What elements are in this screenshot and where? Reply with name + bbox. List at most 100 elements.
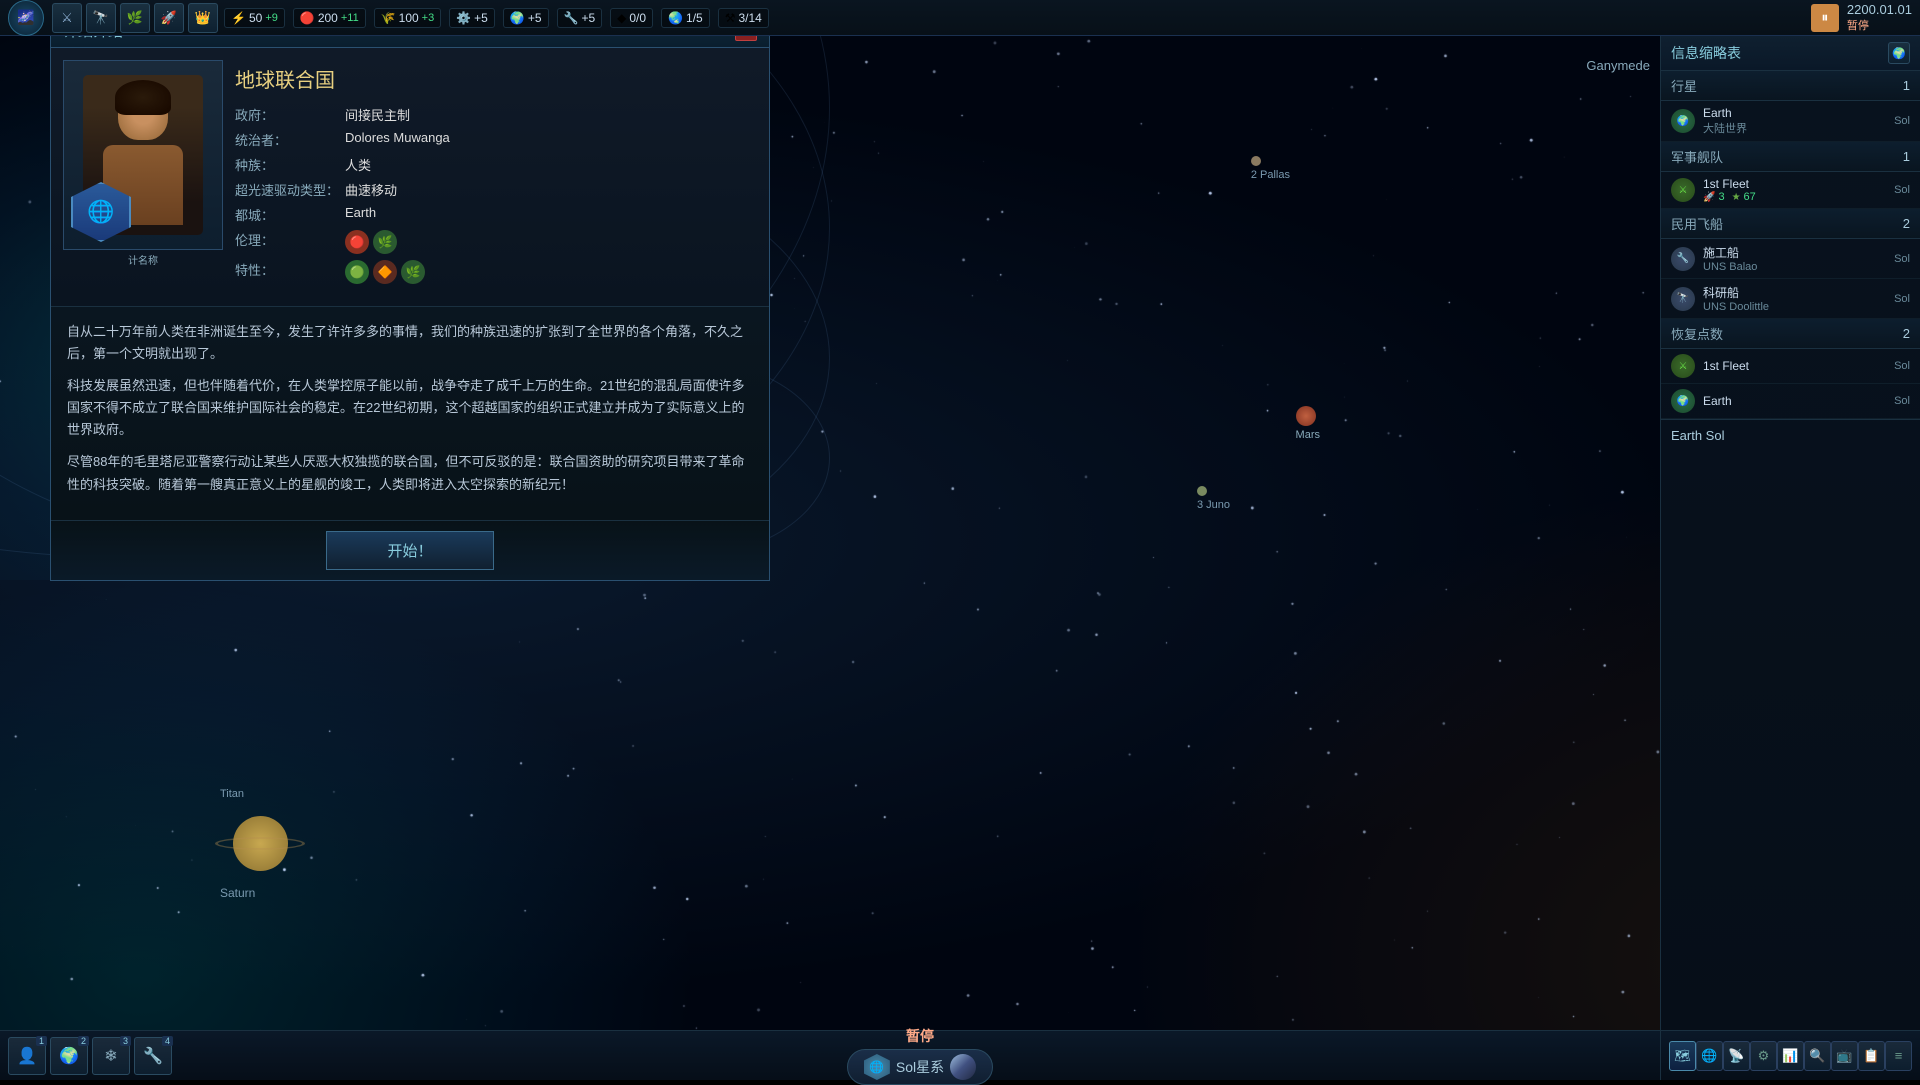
ethics-row: 伦理： 🔴 🌿 — [235, 230, 757, 254]
civ-portrait: 🌐 计名称 — [63, 60, 223, 250]
fleet-star-icon: ★ — [1732, 192, 1741, 203]
sb-btn-menu[interactable]: ≡ — [1885, 1041, 1912, 1071]
right-sidebar: 信息缩略表 🌍 行星 1 🌍 Earth 大陆世界 Sol 军事舰队 1 ⚔ 1… — [1660, 36, 1920, 1080]
rally-earth-name: Earth — [1703, 394, 1886, 408]
fleet-1st-info: 1st Fleet 🚀 3 ★ 67 — [1703, 177, 1886, 203]
planets-section-header[interactable]: 行星 1 — [1661, 71, 1920, 101]
fleet-1st-location: Sol — [1894, 184, 1910, 196]
trait-icon-3: 🌿 — [401, 260, 425, 284]
juno-body — [1197, 486, 1207, 496]
food-value: 100 — [399, 11, 419, 25]
tab-4-btn[interactable]: 🔧 4 — [134, 1037, 172, 1075]
start-button[interactable]: 开始！ — [326, 531, 493, 570]
civ-details: 地球联合国 政府： 间接民主制 统治者： Dolores Muwanga 种族：… — [235, 60, 757, 294]
tab-3-icon: ❄ — [104, 1046, 117, 1066]
govt-label: 政府： — [235, 105, 345, 124]
earth-planet-icon: 🌍 — [1671, 109, 1695, 133]
ethics-icons: 🔴 🌿 — [345, 230, 397, 254]
traits-row: 特性： 🟢 🔶 🌿 — [235, 260, 757, 284]
energy-plus: +9 — [265, 12, 278, 24]
fleet-rating: 67 — [1744, 191, 1756, 203]
sb-btn-comms[interactable]: 📡 — [1723, 1041, 1750, 1071]
sb-btn-screen[interactable]: 📺 — [1831, 1041, 1858, 1071]
ethics-icon-2: 🌿 — [373, 230, 397, 254]
minerals-icon: 🔴 — [300, 11, 315, 25]
govt-value: 间接民主制 — [345, 105, 410, 124]
detail-window: 详细介绍 × 🌐 计名称 地球联合国 政府： 间接民主 — [50, 12, 770, 581]
military-section-header[interactable]: 军事舰队 1 — [1661, 142, 1920, 172]
minerals-value: 200 — [318, 11, 338, 25]
pause-button[interactable]: ⏸ — [1811, 4, 1839, 32]
unity-value: 1/5 — [686, 11, 703, 25]
sidebar-globe-btn[interactable]: 🌍 — [1888, 42, 1910, 64]
military-label: 军事舰队 — [1671, 147, 1723, 166]
construction-ship-type: 施工船 — [1703, 244, 1886, 261]
rally-label: 恢复点数 — [1671, 324, 1723, 343]
fleet-1st-item[interactable]: ⚔ 1st Fleet 🚀 3 ★ 67 Sol — [1661, 172, 1920, 209]
desc-para-1: 自从二十万年前人类在非洲诞生至今，发生了许许多多的事情，我们的种族迅速的扩张到了… — [67, 321, 753, 365]
capital-label: 都城： — [235, 205, 345, 224]
earth-location: Sol — [1894, 115, 1910, 127]
system-thumbnail — [950, 1054, 976, 1080]
sb-btn-settings[interactable]: ⚙ — [1750, 1041, 1777, 1071]
saturn-ring — [215, 837, 305, 850]
sb-btn-list[interactable]: 📋 — [1858, 1041, 1885, 1071]
trait-icons: 🟢 🔶 🌿 — [345, 260, 425, 284]
tab-2-btn[interactable]: 🌍 2 — [50, 1037, 88, 1075]
ethics-label: 伦理： — [235, 230, 345, 254]
rally-fleet-item[interactable]: ⚔ 1st Fleet Sol — [1661, 349, 1920, 384]
rally-earth-item[interactable]: 🌍 Earth Sol — [1661, 384, 1920, 419]
planet-earth-item[interactable]: 🌍 Earth 大陆世界 Sol — [1661, 101, 1920, 142]
civilian-section-header[interactable]: 民用飞船 2 — [1661, 209, 1920, 239]
tab-2-badge: 2 — [78, 1036, 89, 1046]
rally-fleet-icon: ⚔ — [1671, 354, 1695, 378]
top-right: ⏸ 2200.01.01 暂停 — [1811, 2, 1912, 33]
tab-3-btn[interactable]: ❄ 3 — [92, 1037, 130, 1075]
engineering-value: +5 — [581, 11, 595, 25]
tech-icon-btn[interactable]: 🔭 — [86, 3, 116, 33]
species-value: 人类 — [345, 155, 371, 174]
pop-resource: ⚒ 3/14 — [718, 8, 769, 28]
system-hex-icon: 🌐 — [864, 1054, 890, 1080]
juno-area[interactable]: 3 Juno — [1197, 486, 1230, 511]
sidebar-header: 信息缩略表 🌍 — [1661, 36, 1920, 71]
tab-2-icon: 🌍 — [59, 1046, 79, 1066]
unity-resource: 🌏 1/5 — [661, 8, 710, 28]
science-ship-item[interactable]: 🔭 科研船 UNS Doolittle Sol — [1661, 279, 1920, 319]
food-plus: +3 — [422, 12, 435, 24]
trait-icon-2: 🔶 — [373, 260, 397, 284]
sb-btn-zoom[interactable]: 🔍 — [1804, 1041, 1831, 1071]
engineering-icon: 🔧 — [564, 11, 579, 25]
influence-value: 0/0 — [629, 11, 646, 25]
construction-ship-info: 施工船 UNS Balao — [1703, 244, 1886, 273]
fleet-1st-icon: ⚔ — [1671, 178, 1695, 202]
sidebar-title: 信息缩略表 — [1671, 43, 1741, 63]
empire-icon-btn[interactable]: 👑 — [188, 3, 218, 33]
diplomacy-icon-btn[interactable]: 🌿 — [120, 3, 150, 33]
construction-ship-location: Sol — [1894, 253, 1910, 265]
physics-value: +5 — [474, 11, 488, 25]
mars-body — [1296, 406, 1316, 426]
society-resource: 🌍 +5 — [503, 8, 549, 28]
engineering-resource: 🔧 +5 — [557, 8, 603, 28]
pop-value: 3/14 — [738, 11, 761, 25]
minerals-plus: +11 — [341, 12, 359, 24]
tab-1-btn[interactable]: 👤 1 — [8, 1037, 46, 1075]
menu-icon-btn[interactable]: ⚔ — [52, 3, 82, 33]
energy-icon: ⚡ — [231, 11, 246, 25]
ship-icon-btn[interactable]: 🚀 — [154, 3, 184, 33]
science-ship-info: 科研船 UNS Doolittle — [1703, 284, 1886, 313]
emblem-label: 计名称 — [63, 252, 223, 267]
physics-icon: ⚙️ — [456, 11, 471, 25]
game-logo[interactable]: 🌌 — [8, 0, 44, 36]
sb-btn-galaxy[interactable]: 🌐 — [1696, 1041, 1723, 1071]
juno-label: 3 Juno — [1197, 499, 1230, 511]
construction-ship-item[interactable]: 🔧 施工船 UNS Balao Sol — [1661, 239, 1920, 279]
rally-section-header[interactable]: 恢复点数 2 — [1661, 319, 1920, 349]
rally-earth-location: Sol — [1894, 395, 1910, 407]
civilian-count: 2 — [1903, 216, 1910, 231]
mars-area[interactable]: Mars — [1296, 406, 1320, 441]
saturn-area[interactable]: Titan Saturn — [220, 788, 300, 900]
sb-btn-chart[interactable]: 📊 — [1777, 1041, 1804, 1071]
sb-btn-minimap[interactable]: 🗺 — [1669, 1041, 1696, 1071]
